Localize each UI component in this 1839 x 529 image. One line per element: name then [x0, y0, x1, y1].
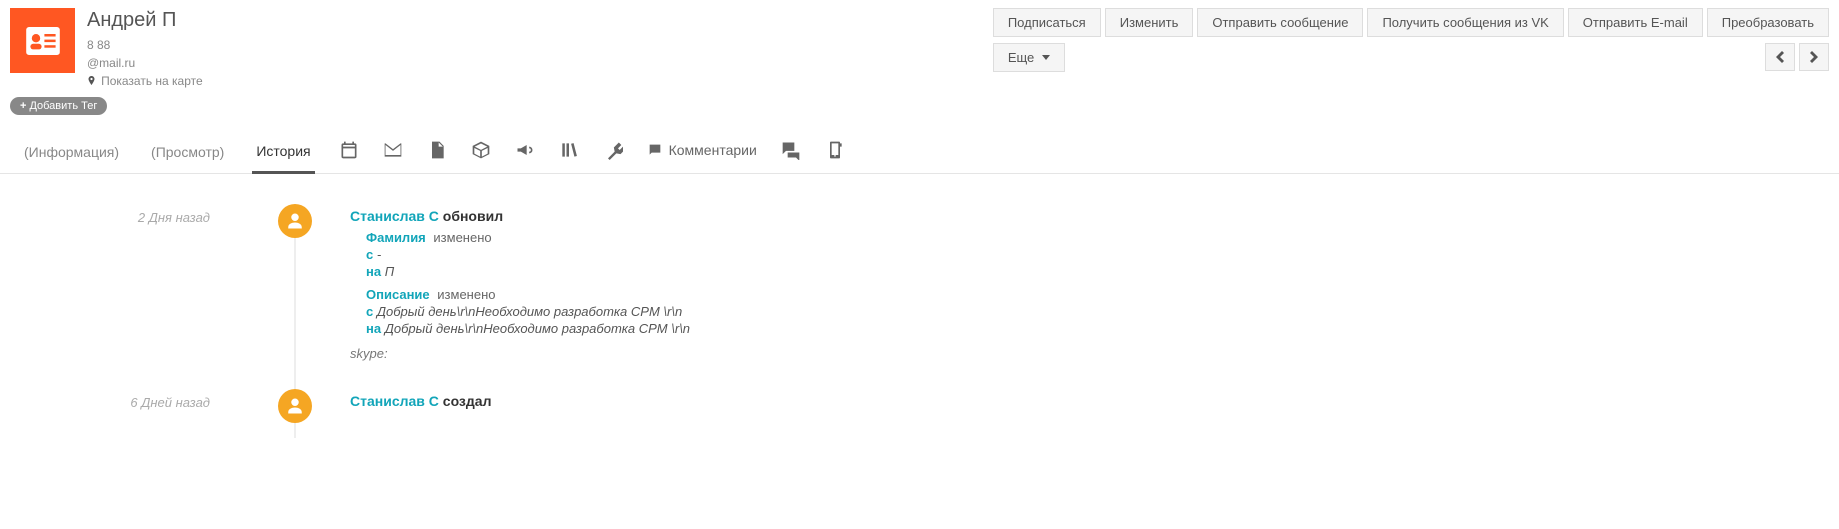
timeline-title: Станислав С создал — [350, 393, 1839, 409]
document-icon — [427, 140, 447, 160]
caret-down-icon — [1042, 55, 1050, 60]
change-to-value: Добрый день\r\nНеобходимо разработка CPM… — [385, 321, 690, 336]
change-to-value: П — [385, 264, 394, 279]
timeline-action: создал — [443, 393, 492, 409]
id-card-icon — [26, 27, 60, 55]
prev-button[interactable] — [1765, 43, 1795, 71]
convert-button[interactable]: Преобразовать — [1707, 8, 1829, 37]
timeline-entry: 2 Дня назад Станислав С обновил Фамилия … — [0, 204, 1839, 361]
person-icon — [286, 212, 304, 230]
timeline-actor[interactable]: Станислав С — [350, 208, 439, 224]
plus-icon: + — [20, 100, 26, 112]
tab-history[interactable]: История — [252, 137, 314, 174]
chat-bubble-icon — [781, 140, 801, 160]
send-email-button[interactable]: Отправить E-mail — [1568, 8, 1703, 37]
next-button[interactable] — [1799, 43, 1829, 71]
map-pin-icon — [87, 76, 99, 88]
tabs-bar: (Информация) (Просмотр) История Коммента… — [0, 123, 1839, 174]
timeline-entry: 6 Дней назад Станислав С создал — [0, 389, 1839, 423]
tab-library[interactable] — [559, 140, 579, 170]
calendar-icon — [339, 140, 359, 160]
mobile-icon — [825, 140, 845, 160]
chevron-right-icon — [1810, 51, 1818, 63]
contact-avatar — [10, 8, 75, 73]
subscribe-button[interactable]: Подписаться — [993, 8, 1101, 37]
get-vk-messages-button[interactable]: Получить сообщения из VK — [1367, 8, 1563, 37]
edit-button[interactable]: Изменить — [1105, 8, 1194, 37]
envelope-icon — [383, 140, 403, 160]
chevron-left-icon — [1776, 51, 1784, 63]
skype-line: skype: — [350, 346, 1839, 361]
tab-notes[interactable] — [427, 140, 447, 170]
change-to-prefix: на — [366, 264, 381, 279]
show-on-map-label: Показать на карте — [101, 74, 203, 88]
tab-mail[interactable] — [383, 140, 403, 170]
tab-preview[interactable]: (Просмотр) — [147, 138, 228, 172]
tab-comments[interactable]: Комментарии — [647, 142, 757, 168]
tab-chat[interactable] — [781, 140, 801, 170]
contact-phone: 8 88 — [87, 36, 487, 54]
tab-info[interactable]: (Информация) — [20, 138, 123, 172]
change-to-prefix: на — [366, 321, 381, 336]
change-tag: изменено — [437, 287, 495, 302]
tab-service[interactable] — [603, 140, 623, 170]
person-icon — [286, 397, 304, 415]
timeline-action: обновил — [443, 208, 503, 224]
contact-email: @mail.ru — [87, 54, 487, 72]
comment-icon — [647, 142, 663, 158]
change-tag: изменено — [433, 230, 491, 245]
send-message-button[interactable]: Отправить сообщение — [1197, 8, 1363, 37]
add-tag-button[interactable]: + Добавить Тег — [10, 97, 107, 115]
more-button-label: Еще — [1008, 50, 1034, 65]
tab-comments-label: Комментарии — [669, 142, 757, 158]
books-icon — [559, 140, 579, 160]
history-timeline: 2 Дня назад Станислав С обновил Фамилия … — [0, 174, 1839, 481]
change-from-value: - — [377, 247, 381, 262]
wrench-icon — [603, 140, 623, 160]
add-tag-label: Добавить Тег — [29, 100, 97, 112]
change-block-description: Описание изменено с Добрый день\r\nНеобх… — [350, 287, 1839, 336]
primary-actions-row: Подписаться Изменить Отправить сообщение… — [993, 8, 1829, 37]
box-icon — [471, 140, 491, 160]
change-field: Фамилия — [366, 230, 426, 245]
timeline-title: Станислав С обновил — [350, 208, 1839, 224]
change-from-value: Добрый день\r\nНеобходимо разработка CPM… — [377, 304, 682, 319]
change-block-lastname: Фамилия изменено с - на П — [350, 230, 1839, 279]
change-from-prefix: с — [366, 304, 373, 319]
tab-campaign[interactable] — [515, 140, 535, 170]
timeline-badge — [278, 389, 312, 423]
timeline-badge — [278, 204, 312, 238]
megaphone-icon — [515, 140, 535, 160]
more-button[interactable]: Еще — [993, 43, 1065, 72]
timeline-time: 6 Дней назад — [0, 389, 260, 410]
timeline-time: 2 Дня назад — [0, 204, 260, 225]
tab-calendar[interactable] — [339, 140, 359, 170]
change-field: Описание — [366, 287, 430, 302]
show-on-map[interactable]: Показать на карте — [87, 72, 487, 91]
timeline-actor[interactable]: Станислав С — [350, 393, 439, 409]
change-from-prefix: с — [366, 247, 373, 262]
contact-name: Андрей П — [87, 8, 487, 32]
tab-mobile[interactable] — [825, 140, 845, 170]
contact-info-block: Андрей П 8 88 @mail.ru Показать на карте — [87, 8, 487, 91]
tab-package[interactable] — [471, 140, 491, 170]
